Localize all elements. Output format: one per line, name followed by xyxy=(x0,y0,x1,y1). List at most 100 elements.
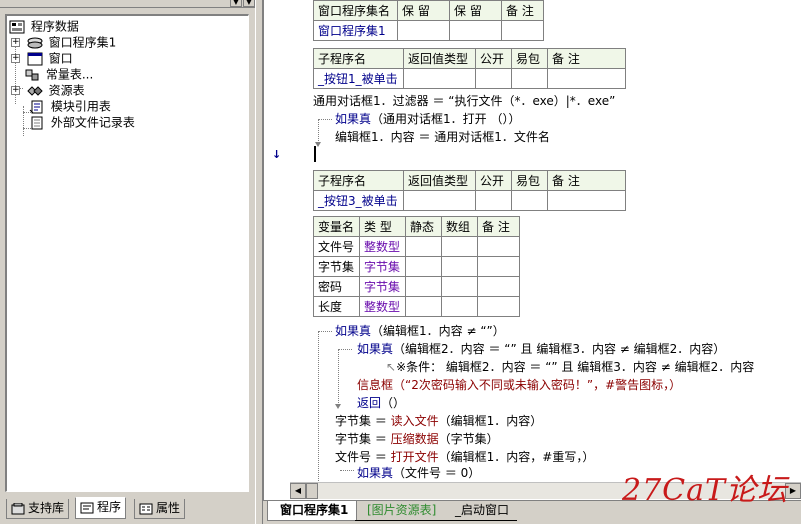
table-row[interactable]: 文件号 整数型 xyxy=(313,236,520,257)
code-line[interactable]: 如果真（编辑框1．内容 ≠ “”） xyxy=(335,322,505,340)
table-cell[interactable] xyxy=(511,68,548,89)
variable-name-cell[interactable]: 字节集 xyxy=(313,256,360,277)
variable-type-cell[interactable]: 整数型 xyxy=(359,236,406,257)
table-header: 备 注 xyxy=(477,216,520,237)
tree-item-assembly[interactable]: + 窗口程序集1 xyxy=(11,34,116,50)
table-header: 静态 xyxy=(405,216,442,237)
tab-startup-window[interactable]: _启动窗口 xyxy=(443,501,518,521)
tab-assembly[interactable]: 窗口程序集1 xyxy=(267,501,358,521)
return-keyword: 返回 xyxy=(357,396,382,410)
table-cell[interactable] xyxy=(501,20,544,41)
code-editor[interactable]: ↓ ▸▸ 窗口程序集名 保 留 保 留 备 注 窗口程序集1 子程序名 返回值类… xyxy=(263,0,801,500)
table-cell[interactable] xyxy=(475,190,512,211)
code-line[interactable]: 编辑框1．内容 ＝ 通用对话框1．文件名 xyxy=(335,128,550,146)
table-row[interactable]: 密码 字节集 xyxy=(313,276,520,297)
table-row[interactable]: 长度 整数型 xyxy=(313,296,520,317)
table-cell[interactable] xyxy=(441,256,478,277)
table-header: 窗口程序集名 xyxy=(313,0,398,21)
tree-item-window[interactable]: + 窗口 xyxy=(11,50,73,66)
table-header: 备 注 xyxy=(501,0,544,21)
table-cell[interactable] xyxy=(405,256,442,277)
expand-icon[interactable]: + xyxy=(11,38,20,47)
code-line[interactable]: 返回（） xyxy=(357,394,405,412)
assembly-name-cell[interactable]: 窗口程序集1 xyxy=(313,20,398,41)
table-cell[interactable] xyxy=(475,68,512,89)
table-cell[interactable] xyxy=(477,296,520,317)
table-header: 子程序名 xyxy=(313,48,404,69)
code-line[interactable]: 字节集 ＝ 读入文件（编辑框1．内容） xyxy=(335,412,542,430)
tree-item-label: 外部文件记录表 xyxy=(50,115,135,130)
table-header: 公开 xyxy=(475,170,512,191)
table-header: 返回值类型 xyxy=(403,170,476,191)
table-cell[interactable] xyxy=(449,20,502,41)
table-header: 子程序名 xyxy=(313,170,404,191)
variable-type-cell[interactable]: 字节集 xyxy=(359,276,406,297)
code-area[interactable]: 窗口程序集名 保 留 保 留 备 注 窗口程序集1 子程序名 返回值类型 公开 … xyxy=(290,0,801,482)
editor-gutter: ↓ ▸▸ xyxy=(264,0,307,482)
table-cell[interactable] xyxy=(397,20,450,41)
tab-image-resources[interactable]: [图片资源表] xyxy=(355,501,445,521)
expand-icon[interactable]: + xyxy=(11,54,20,63)
table-header: 备 注 xyxy=(547,170,626,191)
window-icon xyxy=(27,52,43,65)
code-line[interactable]: 字节集 ＝ 压缩数据（字节集） xyxy=(335,430,499,448)
variable-name-cell[interactable]: 密码 xyxy=(313,276,360,297)
support-library-icon xyxy=(11,502,25,514)
tab-label: 程序 xyxy=(97,500,122,514)
code-line[interactable]: 如果真（文件号 ＝ 0） xyxy=(357,464,480,482)
table-cell[interactable] xyxy=(477,256,520,277)
tree-item-constants[interactable]: 常量表... xyxy=(24,66,93,82)
tab-properties[interactable]: 属性 xyxy=(134,499,186,519)
panel-splitter[interactable] xyxy=(255,0,263,524)
subroutine-name-cell[interactable]: _按钮1_被单击 xyxy=(313,68,404,89)
table-row[interactable]: 字节集 字节集 xyxy=(313,256,520,277)
function-name: 信息框 xyxy=(357,378,394,392)
table-cell[interactable] xyxy=(547,68,626,89)
tree-item-external-files[interactable]: 外部文件记录表 xyxy=(29,114,135,130)
resource-icon xyxy=(27,85,43,96)
expand-icon[interactable]: + xyxy=(11,86,20,95)
variable-name-cell[interactable]: 长度 xyxy=(313,296,360,317)
panel-scroll-button[interactable]: ▼ xyxy=(230,0,242,7)
tree-item-module-refs[interactable]: 模块引用表 xyxy=(29,98,111,114)
code-text: （文件号 ＝ 0） xyxy=(393,466,481,480)
code-line[interactable]: 如果真（通用对话框1．打开 （）） xyxy=(335,110,520,128)
code-text: （编辑框1．内容 ≠ “”） xyxy=(371,324,505,338)
table-cell[interactable] xyxy=(403,190,476,211)
panel-top-strip: ▼ ▼ xyxy=(0,0,255,8)
table-cell[interactable] xyxy=(511,190,548,211)
return-hint-icon: ↖ xyxy=(386,360,397,374)
table-cell[interactable] xyxy=(403,68,476,89)
tree-item-label: 窗口程序集1 xyxy=(48,35,117,50)
table-cell[interactable] xyxy=(441,236,478,257)
project-tree[interactable]: 程序数据 + 窗口程序集1 + 窗口 常量表... + 资源表 模块引用表 外部… xyxy=(5,14,249,492)
subroutine-name-cell[interactable]: _按钮3_被单击 xyxy=(313,190,404,211)
table-cell[interactable] xyxy=(405,296,442,317)
code-line[interactable]: 如果真（编辑框2．内容 ＝ “” 且 编辑框3．内容 ≠ 编辑框2．内容） xyxy=(357,340,725,358)
variable-type-cell[interactable]: 字节集 xyxy=(359,256,406,277)
code-text: 字节集 ＝ xyxy=(335,414,391,428)
external-file-icon xyxy=(31,116,43,129)
panel-scroll-button[interactable]: ▼ xyxy=(243,0,255,7)
table-cell[interactable] xyxy=(441,296,478,317)
table-header: 返回值类型 xyxy=(403,48,476,69)
table-cell[interactable] xyxy=(405,276,442,297)
tree-item-label: 常量表... xyxy=(45,67,94,82)
tab-program[interactable]: 程序 xyxy=(75,497,127,519)
code-line[interactable]: 通用对话框1．过滤器 ＝ “执行文件（*．exe）|*．exe” xyxy=(313,92,615,110)
scroll-left-icon[interactable]: ◀ xyxy=(290,483,306,499)
variable-type-cell[interactable]: 整数型 xyxy=(359,296,406,317)
code-text: （） xyxy=(381,396,406,410)
function-name: 压缩数据 xyxy=(390,432,439,446)
table-cell[interactable] xyxy=(441,276,478,297)
scroll-thumb[interactable] xyxy=(306,483,318,499)
table-cell[interactable] xyxy=(547,190,626,211)
variable-name-cell[interactable]: 文件号 xyxy=(313,236,360,257)
table-cell[interactable] xyxy=(405,236,442,257)
tree-item-program-data[interactable]: 程序数据 xyxy=(9,18,79,34)
tab-support-library[interactable]: 支持库 xyxy=(6,499,70,519)
code-line[interactable]: 信息框（“2次密码输入不同或未输入密码！”，#警告图标，） xyxy=(357,376,681,394)
table-cell[interactable] xyxy=(477,236,520,257)
table-cell[interactable] xyxy=(477,276,520,297)
tree-item-resources[interactable]: + 资源表 xyxy=(11,82,85,98)
